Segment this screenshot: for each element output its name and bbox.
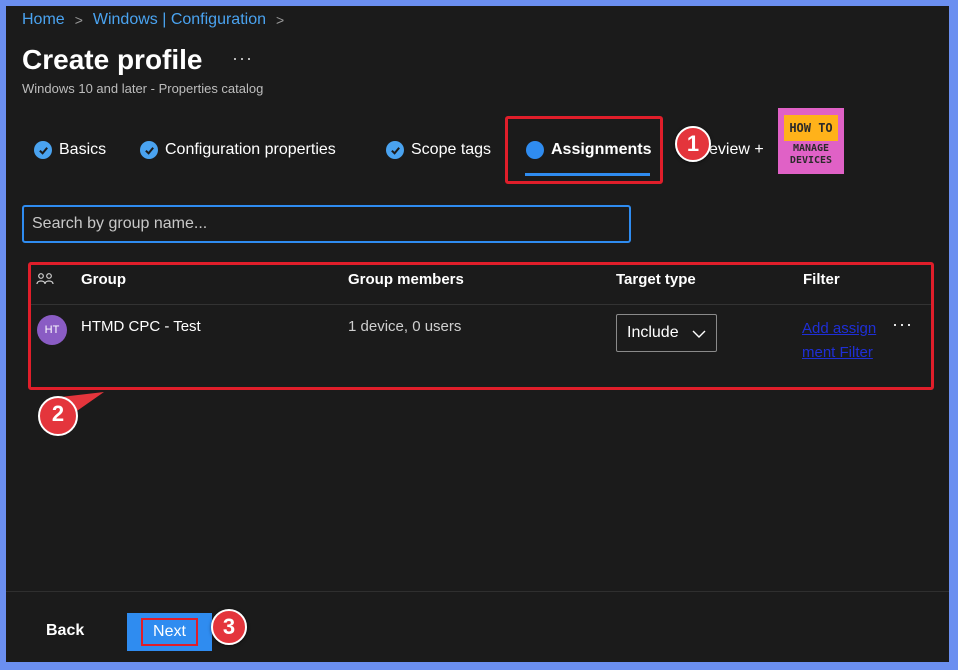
breadcrumb-windows-configuration[interactable]: Windows | Configuration (93, 11, 266, 29)
more-options-icon[interactable]: ··· (232, 48, 253, 69)
next-button[interactable]: Next (127, 613, 212, 651)
logo-text-top: HOW TO (784, 115, 838, 141)
callout-badge-3: 3 (211, 609, 247, 645)
logo-text-manage: MANAGE (792, 143, 830, 154)
footer-divider (6, 591, 949, 592)
tab-configuration-properties[interactable]: Configuration properties (140, 138, 336, 162)
back-button[interactable]: Back (46, 622, 84, 640)
page-title: Create profile (22, 44, 203, 75)
checkmark-icon (34, 141, 52, 159)
tab-label: Basics (59, 141, 107, 158)
tab-label: eview + (709, 141, 764, 158)
checkmark-icon (140, 141, 158, 159)
next-button-label: Next (141, 618, 198, 646)
breadcrumb: Home > Windows | Configuration > (22, 11, 284, 29)
how-to-manage-devices-logo: HOW TO MANAGE DEVICES (778, 108, 844, 174)
tab-label: Scope tags (411, 141, 492, 158)
chevron-right-icon: > (276, 12, 285, 28)
tab-scope-tags[interactable]: Scope tags (386, 138, 491, 162)
callout-badge-1: 1 (675, 126, 711, 162)
tab-review-create[interactable]: eview + (709, 138, 764, 162)
chevron-right-icon: > (74, 12, 83, 28)
app-window: Home > Windows | Configuration > Create … (6, 6, 949, 662)
page-subtitle: Windows 10 and later - Properties catalo… (22, 81, 264, 96)
breadcrumb-home[interactable]: Home (22, 11, 65, 29)
callout-badge-2-label: 2 (51, 401, 65, 426)
search-input[interactable] (22, 205, 631, 243)
callout-badge-2: 2 (34, 390, 114, 445)
tab-basics[interactable]: Basics (34, 138, 106, 162)
tab-label: Configuration properties (165, 141, 336, 158)
table-highlight-box (28, 262, 934, 390)
logo-text-devices: DEVICES (789, 155, 833, 166)
assignments-highlight-box (505, 116, 663, 184)
checkmark-icon (386, 141, 404, 159)
